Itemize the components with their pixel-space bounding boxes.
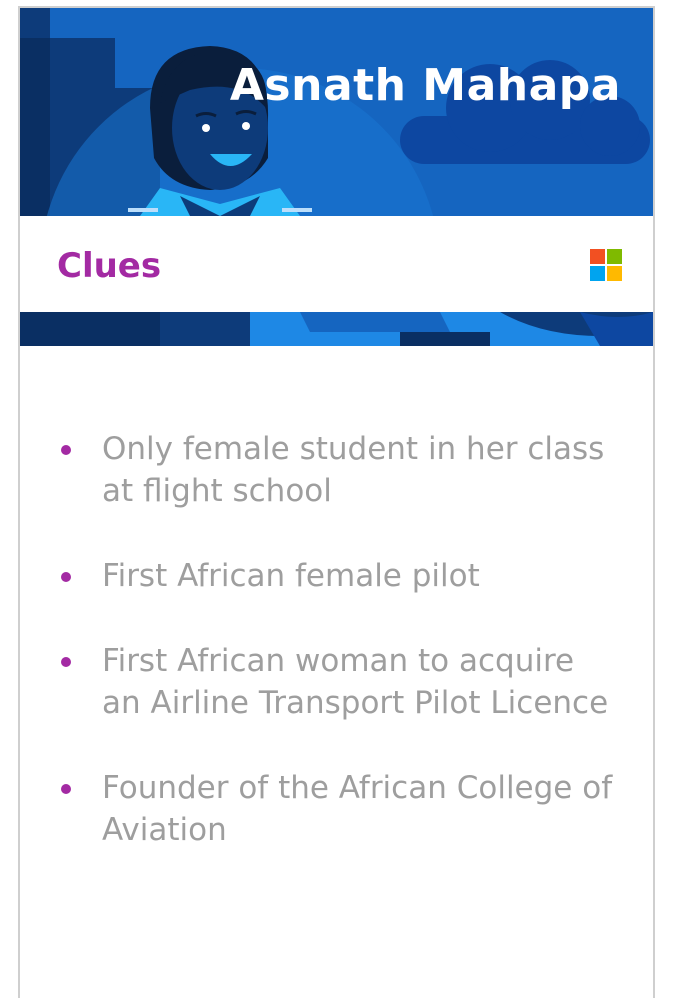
clues-header: Clues <box>20 216 653 312</box>
clues-label: Clues <box>57 246 162 286</box>
clue-item: Founder of the African College of Aviati… <box>20 767 653 851</box>
hero-bottom-strip <box>20 312 653 346</box>
clue-item: First African female pilot <box>20 555 653 597</box>
clue-item: Only female student in her class at flig… <box>20 428 653 512</box>
bullet-icon <box>61 784 71 794</box>
bullet-icon <box>61 657 71 667</box>
hero-banner: Asnath Mahapa <box>20 8 653 216</box>
microsoft-logo-icon <box>590 249 622 281</box>
bullet-icon <box>61 445 71 455</box>
clue-text: First African female pilot <box>102 558 480 594</box>
clue-item: First African woman to acquire an Airlin… <box>20 640 653 724</box>
clue-text: Only female student in her class at flig… <box>102 431 605 509</box>
person-name-title: Asnath Mahapa <box>229 60 621 111</box>
clue-card: Asnath Mahapa Clues Only female student … <box>18 6 655 998</box>
clue-list: Only female student in her class at flig… <box>20 428 653 894</box>
clue-text: First African woman to acquire an Airlin… <box>102 643 609 721</box>
clue-text: Founder of the African College of Aviati… <box>102 770 613 848</box>
pilot-illustration <box>20 8 653 216</box>
bullet-icon <box>61 572 71 582</box>
